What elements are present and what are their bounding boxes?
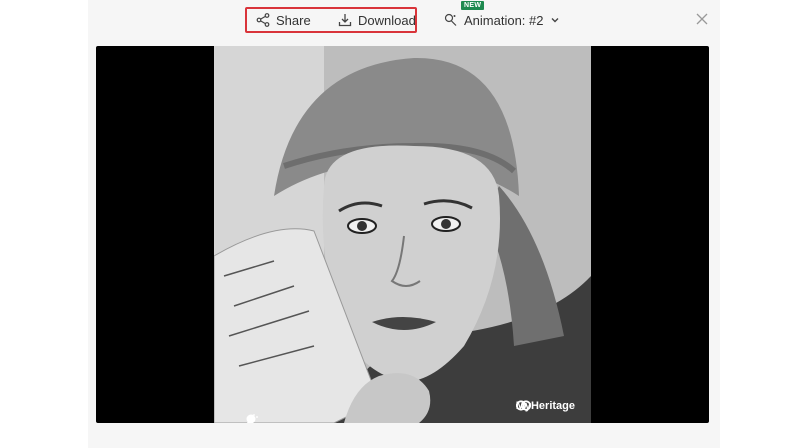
new-badge: NEW xyxy=(461,1,485,10)
animated-photo: MyHeritage xyxy=(214,46,591,423)
animation-dropdown[interactable]: Animation: #2 xyxy=(444,11,560,29)
chevron-down-icon xyxy=(551,18,558,23)
video-player[interactable]: MyHeritage xyxy=(96,46,709,423)
close-icon[interactable] xyxy=(696,13,708,25)
face-icon xyxy=(246,414,256,423)
animation-icon xyxy=(444,13,457,26)
download-label: Download xyxy=(358,12,416,28)
download-button[interactable]: Download xyxy=(338,11,416,29)
viewer-toolbar: Share Download NEW Animation: #2 xyxy=(0,0,800,44)
portrait-illustration xyxy=(214,46,591,423)
myheritage-watermark: MyHeritage xyxy=(515,400,575,412)
share-label: Share xyxy=(276,12,311,28)
animation-label: Animation: #2 xyxy=(464,12,544,28)
share-button[interactable]: Share xyxy=(256,11,311,29)
download-icon xyxy=(338,14,352,27)
myheritage-logo-icon xyxy=(515,400,531,411)
share-icon xyxy=(256,13,270,27)
